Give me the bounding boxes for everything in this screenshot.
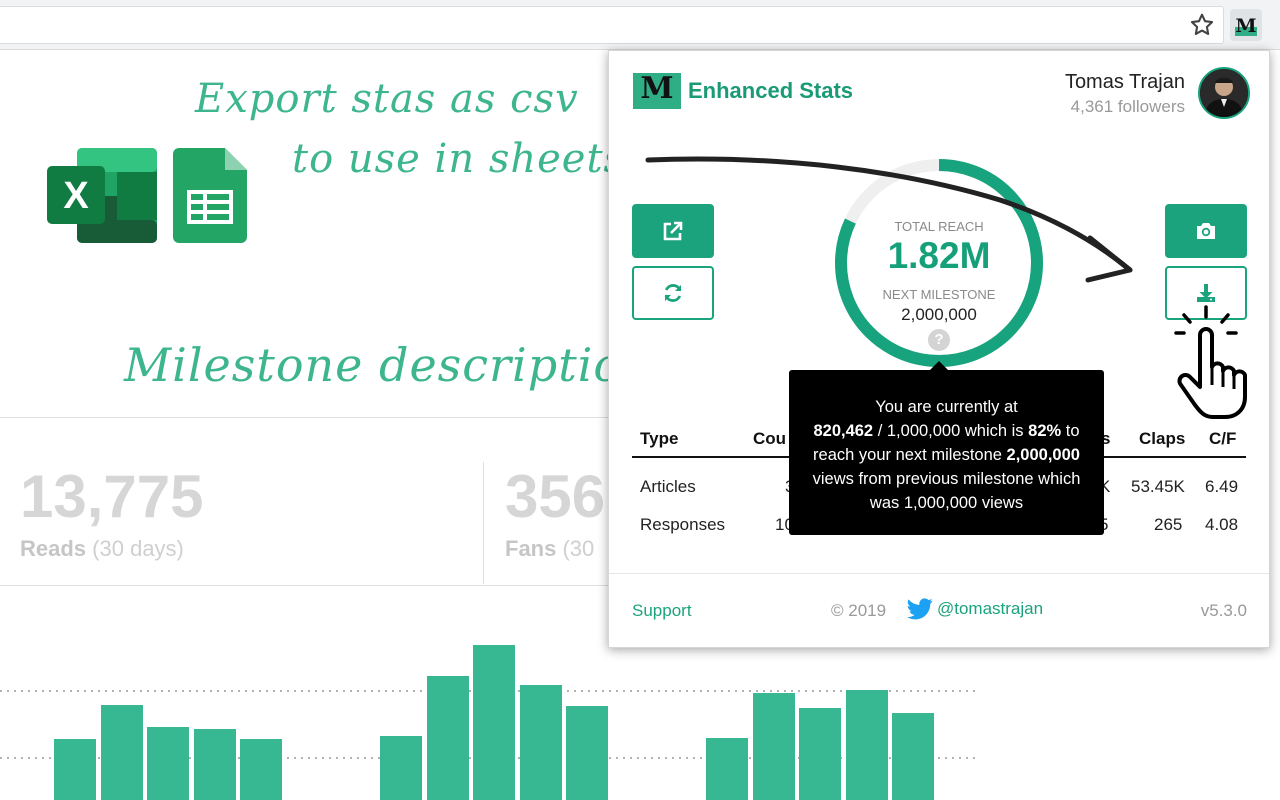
twitter-icon: [907, 598, 933, 620]
bar: [846, 690, 888, 800]
bar: [706, 738, 748, 800]
bar: [101, 705, 143, 800]
star-icon[interactable]: [1188, 11, 1216, 39]
table-cell-type: Responses: [640, 515, 726, 534]
svg-text:X: X: [63, 175, 89, 217]
bar: [566, 706, 608, 800]
bar: [520, 685, 562, 800]
download-icon: [1197, 284, 1215, 302]
milestone-tooltip: You are currently at 820,462 / 1,000,000…: [789, 361, 1104, 535]
bar: [753, 693, 795, 800]
browser-toolbar: M: [0, 0, 1280, 50]
gauge-value: 1.82M: [887, 235, 991, 276]
user-followers: 4,361 followers: [1070, 97, 1185, 116]
camera-icon: [1197, 223, 1215, 239]
bar: [892, 713, 934, 800]
background-bar-chart: [0, 645, 980, 800]
version: v5.3.0: [1200, 601, 1247, 620]
next-milestone-value: 2,000,000: [901, 305, 977, 324]
copyright: © 2019: [831, 601, 887, 620]
sheets-icon: [173, 148, 247, 243]
footer-divider: [609, 573, 1269, 574]
tooltip-line: You are currently at: [875, 398, 1018, 416]
table-header-cf[interactable]: C/F: [1209, 429, 1236, 449]
annotation-export-line1: Export stas as csv: [195, 76, 579, 122]
table-cell-claps: 53.45K: [1131, 477, 1185, 496]
bar: [799, 708, 841, 800]
reads-value: 13,775: [20, 463, 204, 530]
help-icon[interactable]: ?: [928, 329, 950, 351]
svg-text:M: M: [640, 73, 673, 106]
gauge-title: TOTAL REACH: [894, 219, 984, 234]
svg-text:M: M: [1235, 15, 1256, 37]
bar: [240, 739, 282, 800]
open-stats-button[interactable]: [632, 204, 714, 258]
bar: [473, 645, 515, 800]
external-link-icon: [663, 221, 683, 241]
fans-value: 356: [505, 463, 606, 530]
avatar[interactable]: [1198, 67, 1250, 119]
brand-logo: M: [633, 73, 681, 109]
hand-pointer-icon: [1174, 305, 1247, 419]
bar: [147, 727, 189, 800]
table-header-type[interactable]: Type: [640, 429, 678, 449]
bar: [427, 676, 469, 800]
brand-name: Enhanced Stats: [688, 78, 854, 103]
stats-divider-vertical: [483, 462, 484, 584]
table-header-claps[interactable]: Claps: [1139, 429, 1185, 449]
table-cell-cf: 4.08: [1205, 515, 1239, 534]
table-cell-type: Articles: [640, 477, 696, 496]
twitter-link[interactable]: @tomastrajan: [907, 598, 1043, 620]
user-name: Tomas Trajan: [1064, 71, 1185, 93]
table-cell-cf: 6.49: [1205, 477, 1239, 496]
tooltip-line: reach your next milestone 2,000,000: [813, 446, 1080, 464]
excel-icon: X: [47, 148, 157, 243]
bar: [194, 729, 236, 800]
twitter-handle[interactable]: @tomastrajan: [937, 599, 1043, 619]
extension-icon[interactable]: M: [1230, 9, 1262, 41]
stats-divider-top: [0, 417, 610, 418]
annotation-export-line2: to use in sheets: [292, 136, 626, 182]
refresh-button[interactable]: [632, 266, 714, 320]
screenshot-button[interactable]: [1165, 204, 1247, 258]
address-bar[interactable]: [0, 6, 1224, 44]
refresh-icon: [664, 284, 682, 302]
next-milestone-label: NEXT MILESTONE: [882, 287, 996, 302]
fans-label: Fans (30: [505, 536, 595, 561]
tooltip-line: views from previous milestone which: [812, 470, 1081, 488]
tooltip-line: was 1,000,000 views: [869, 494, 1024, 512]
tooltip-line: 820,462 / 1,000,000 which is 82% to: [813, 422, 1080, 440]
support-link[interactable]: Support: [632, 601, 692, 621]
brand: M Enhanced Stats: [633, 73, 853, 109]
bar: [54, 739, 96, 800]
table-header-count[interactable]: Cou: [753, 429, 786, 449]
bar: [380, 736, 422, 800]
table-cell-claps: 265: [1154, 515, 1183, 534]
reads-label: Reads (30 days): [20, 536, 184, 561]
stats-divider-bottom: [0, 585, 610, 586]
